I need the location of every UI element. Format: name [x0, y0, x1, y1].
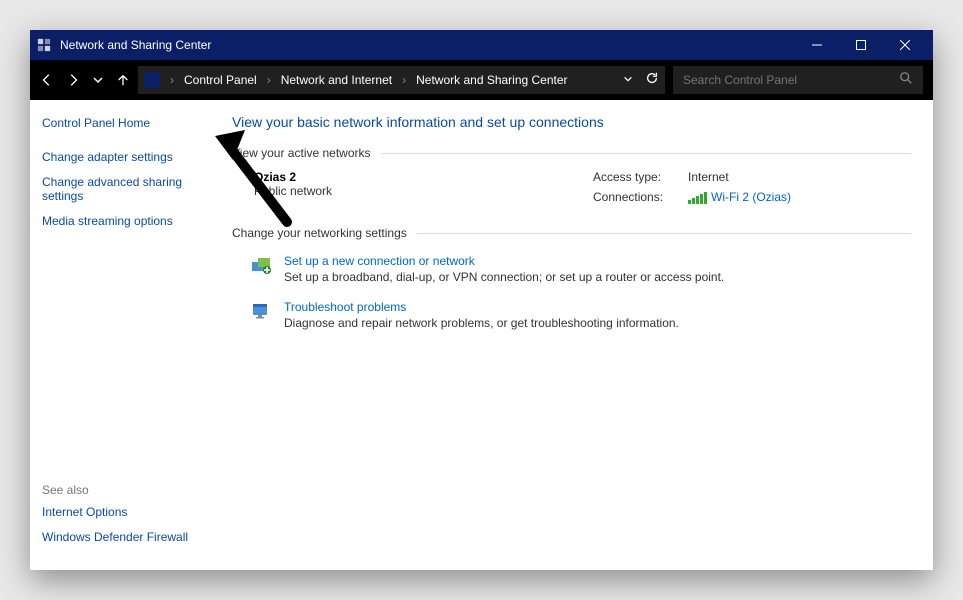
breadcrumb-icon	[144, 72, 160, 88]
window-title: Network and Sharing Center	[60, 38, 795, 52]
network-name: Ozias 2	[254, 170, 332, 184]
app-icon	[36, 37, 52, 53]
see-also-firewall[interactable]: Windows Defender Firewall	[42, 530, 198, 544]
network-type: Public network	[254, 184, 332, 198]
breadcrumb-mid[interactable]: Network and Internet	[281, 73, 392, 87]
breadcrumb-root[interactable]: Control Panel	[184, 73, 257, 87]
connection-link[interactable]: Wi-Fi 2 (Ozias)	[688, 190, 791, 204]
minimize-button[interactable]	[795, 30, 839, 60]
setup-connection-desc: Set up a broadband, dial-up, or VPN conn…	[284, 270, 724, 284]
wifi-signal-icon	[688, 192, 707, 204]
troubleshoot-icon	[250, 300, 272, 322]
new-connection-icon	[250, 254, 272, 276]
chevron-right-icon: ›	[398, 73, 410, 87]
chevron-right-icon: ›	[263, 73, 275, 87]
address-dropdown[interactable]	[623, 71, 633, 89]
search-box[interactable]	[673, 66, 923, 94]
sidebar-link-sharing[interactable]: Change advanced sharing settings	[42, 175, 198, 204]
action-setup-connection: Set up a new connection or network Set u…	[232, 250, 911, 296]
sidebar-link-adapter[interactable]: Change adapter settings	[42, 150, 198, 164]
change-settings-label: Change your networking settings	[232, 226, 911, 240]
window: Network and Sharing Center › Control Pan…	[30, 30, 933, 570]
action-troubleshoot: Troubleshoot problems Diagnose and repai…	[232, 296, 911, 342]
setup-connection-link[interactable]: Set up a new connection or network	[284, 254, 475, 268]
connections-label: Connections:	[593, 190, 668, 204]
forward-button[interactable]	[66, 73, 80, 87]
titlebar: Network and Sharing Center	[30, 30, 933, 60]
troubleshoot-link[interactable]: Troubleshoot problems	[284, 300, 406, 314]
control-panel-home-link[interactable]: Control Panel Home	[42, 116, 198, 130]
access-type-label: Access type:	[593, 170, 668, 184]
search-input[interactable]	[683, 73, 899, 87]
sidebar: Control Panel Home Change adapter settin…	[30, 100, 210, 570]
page-heading: View your basic network information and …	[232, 114, 911, 130]
sidebar-link-media[interactable]: Media streaming options	[42, 214, 198, 228]
refresh-button[interactable]	[645, 71, 659, 90]
content: Control Panel Home Change adapter settin…	[30, 100, 933, 570]
see-also-internet-options[interactable]: Internet Options	[42, 505, 198, 519]
active-networks-label: View your active networks	[232, 146, 911, 160]
close-button[interactable]	[883, 30, 927, 60]
recent-dropdown[interactable]	[92, 74, 104, 86]
search-icon[interactable]	[899, 71, 913, 90]
address-bar[interactable]: › Control Panel › Network and Internet ›…	[138, 66, 665, 94]
troubleshoot-desc: Diagnose and repair network problems, or…	[284, 316, 679, 330]
up-button[interactable]	[116, 73, 130, 87]
maximize-button[interactable]	[839, 30, 883, 60]
nav-row: › Control Panel › Network and Internet ›…	[30, 60, 933, 100]
back-button[interactable]	[40, 73, 54, 87]
see-also-header: See also	[42, 483, 198, 497]
breadcrumb-leaf[interactable]: Network and Sharing Center	[416, 73, 567, 87]
chevron-right-icon: ›	[166, 73, 178, 87]
access-type-value: Internet	[688, 170, 729, 184]
main-panel: View your basic network information and …	[210, 100, 933, 570]
active-network: Ozias 2 Public network Access type: Inte…	[232, 170, 911, 204]
